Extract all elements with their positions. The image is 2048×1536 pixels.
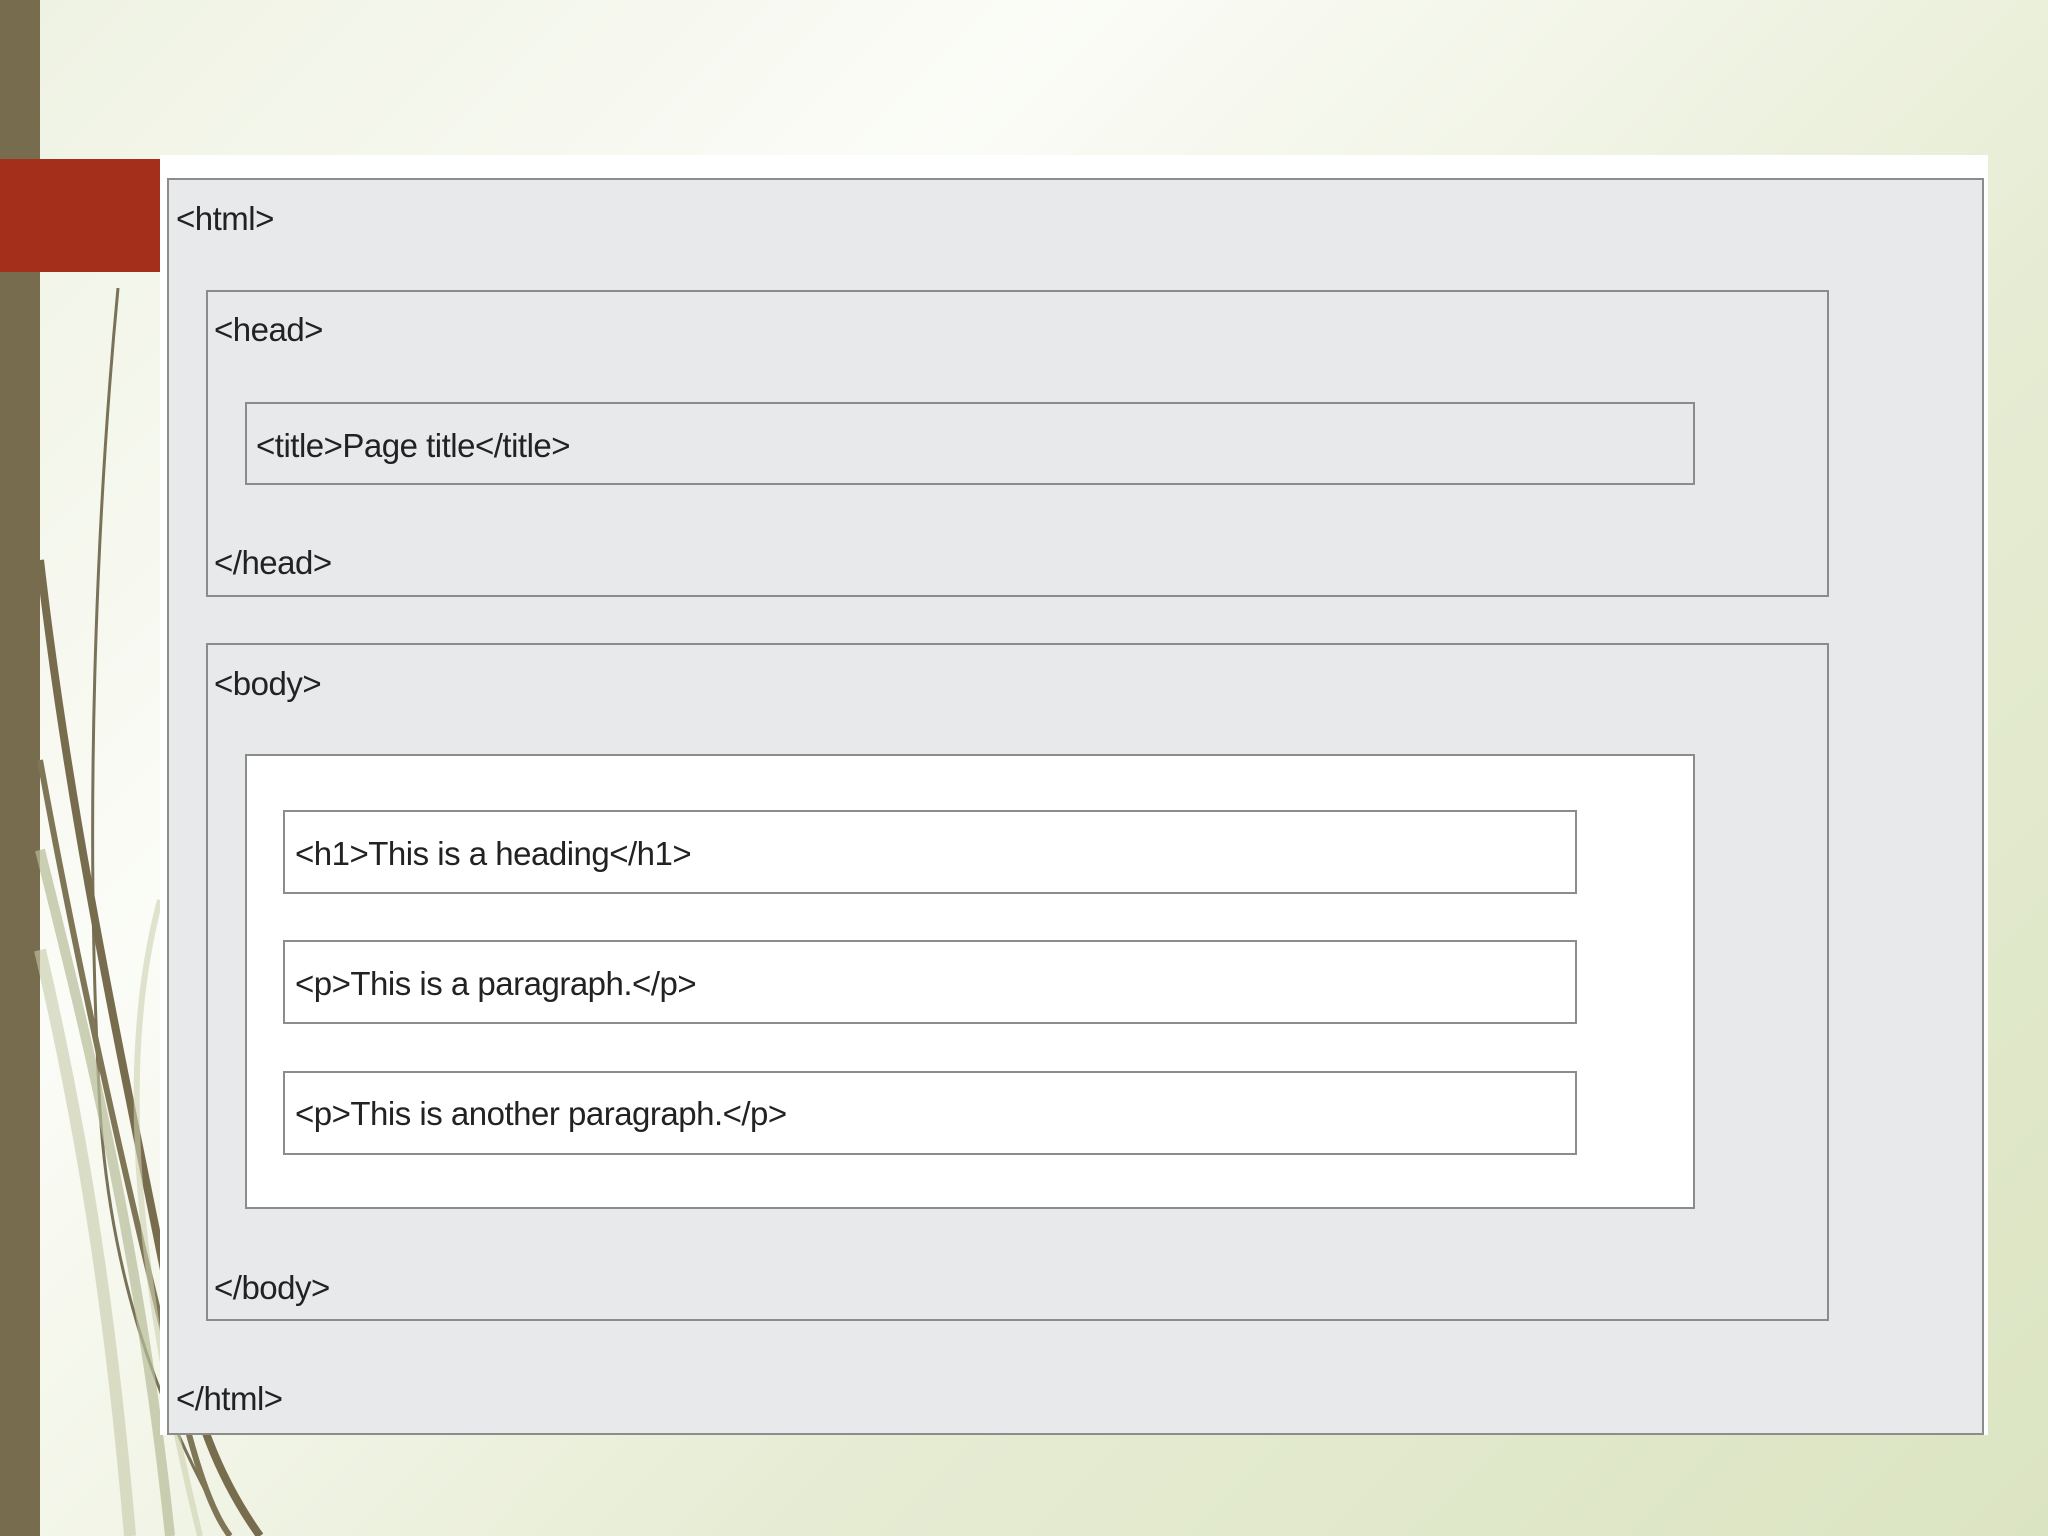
h1-line: <h1>This is a heading</h1>: [295, 835, 692, 872]
head-open-tag: <head>: [214, 311, 323, 348]
body-open-tag: <body>: [214, 665, 322, 702]
accent-block: [0, 159, 160, 272]
body-close-tag: </body>: [214, 1269, 330, 1306]
p1-line: <p>This is a paragraph.</p>: [295, 965, 697, 1002]
head-close-tag: </head>: [214, 544, 332, 581]
p2-line: <p>This is another paragraph.</p>: [295, 1095, 787, 1132]
html-close-tag: </html>: [176, 1380, 283, 1417]
title-line: <title>Page title</title>: [256, 427, 571, 464]
html-open-tag: <html>: [176, 200, 274, 237]
